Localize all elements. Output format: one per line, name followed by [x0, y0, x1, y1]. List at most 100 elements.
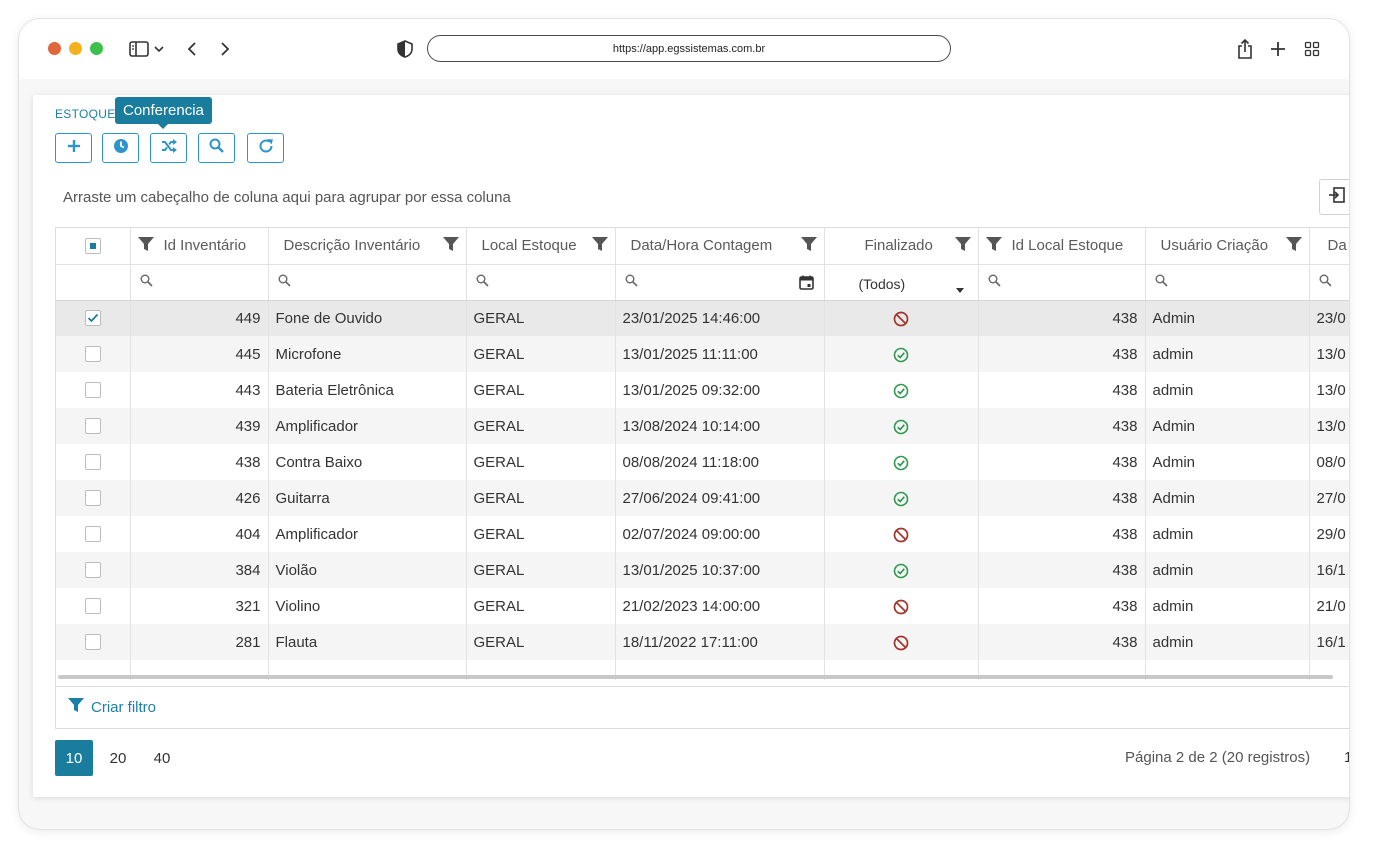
- column-header-descricao-inventario[interactable]: Descrição Inventário: [268, 228, 467, 265]
- row-checkbox[interactable]: [84, 310, 101, 327]
- close-window-button[interactable]: [48, 42, 61, 55]
- row-checkbox[interactable]: [84, 454, 101, 470]
- row-checkbox[interactable]: [84, 634, 101, 650]
- table-row[interactable]: 443 Bateria Eletrônica GERAL 13/01/2025 09:…: [56, 372, 1349, 408]
- select-all-header[interactable]: [56, 228, 131, 265]
- cell-usuario: admin: [1145, 588, 1310, 624]
- row-checkbox[interactable]: [84, 418, 101, 434]
- search-icon: [278, 274, 291, 292]
- search-button[interactable]: [198, 133, 235, 163]
- add-button[interactable]: [55, 133, 92, 163]
- column-filter-icon[interactable]: [800, 236, 817, 256]
- row-select-cell: [56, 552, 131, 588]
- cell-data: 18/11/2022 17:11:00: [615, 624, 825, 660]
- column-header-data-extra[interactable]: Da: [1309, 228, 1349, 265]
- table-row[interactable]: 439 Amplificador GERAL 13/08/2024 10:14:00 4…: [56, 408, 1349, 444]
- maximize-window-button[interactable]: [90, 42, 103, 55]
- inventory-grid: Id Inventário Descrição Inventário Local E…: [55, 227, 1349, 687]
- column-header-finalizado[interactable]: Finalizado: [824, 228, 979, 265]
- chevron-down-icon[interactable]: [151, 37, 167, 61]
- refresh-button[interactable]: [247, 133, 284, 163]
- column-filter-input[interactable]: [978, 264, 1146, 301]
- cell-data: 27/06/2024 09:41:00: [615, 480, 825, 516]
- column-header-id-local-estoque[interactable]: Id Local Estoque: [978, 228, 1146, 265]
- column-header-id-inventario[interactable]: Id Inventário: [130, 228, 269, 265]
- cell-desc: Amplificador: [268, 516, 467, 552]
- column-header-local-estoque[interactable]: Local Estoque: [466, 228, 616, 265]
- minimize-window-button[interactable]: [69, 42, 82, 55]
- row-checkbox[interactable]: [84, 382, 101, 398]
- cell-local: GERAL: [466, 336, 616, 372]
- share-icon[interactable]: [1233, 37, 1257, 61]
- page-size-10-button[interactable]: 10: [55, 740, 93, 776]
- cell-usuario: admin: [1145, 552, 1310, 588]
- column-filter-icon[interactable]: [954, 236, 971, 256]
- clock-icon: [113, 138, 129, 159]
- finalizado-cell: [824, 516, 979, 552]
- back-arrow-icon[interactable]: [180, 37, 204, 61]
- group-panel-hint[interactable]: Arraste um cabeçalho de coluna aqui para…: [63, 189, 511, 206]
- row-select-cell: [56, 408, 131, 444]
- finalizado-cell: [824, 624, 979, 660]
- column-filter-input[interactable]: [615, 264, 825, 301]
- check-circle-icon: [893, 347, 909, 363]
- table-row[interactable]: 438 Contra Baixo GERAL 08/08/2024 11:18:00 4…: [56, 444, 1349, 480]
- tab-overview-icon[interactable]: [1300, 37, 1324, 61]
- finalizado-cell: [824, 480, 979, 516]
- caret-down-icon: [955, 280, 964, 298]
- row-checkbox[interactable]: [84, 562, 101, 578]
- column-filter-icon[interactable]: [985, 236, 1002, 256]
- column-filter-input[interactable]: [1145, 264, 1310, 301]
- column-filter-input[interactable]: [130, 264, 269, 301]
- create-filter-link[interactable]: Criar filtro: [68, 697, 156, 717]
- column-header-usuario-criacao[interactable]: Usuário Criação: [1145, 228, 1310, 265]
- row-select-cell: [56, 444, 131, 480]
- calendar-icon[interactable]: [798, 275, 814, 295]
- cell-usuario: admin: [1145, 516, 1310, 552]
- table-row[interactable]: 404 Amplificador GERAL 02/07/2024 09:00:00 4…: [56, 516, 1349, 552]
- row-checkbox[interactable]: [84, 526, 101, 542]
- table-row[interactable]: 281 Flauta GERAL 18/11/2022 17:11:00 438 admi…: [56, 624, 1349, 660]
- select-all-checkbox[interactable]: [84, 237, 101, 254]
- ban-icon: [893, 527, 909, 543]
- breadcrumb[interactable]: ESTOQUE: [55, 107, 116, 121]
- table-row[interactable]: 321 Violino GERAL 21/02/2023 14:00:00 438 adm…: [56, 588, 1349, 624]
- column-filter-icon[interactable]: [1285, 236, 1302, 256]
- table-row[interactable]: 384 Violão GERAL 13/01/2025 10:37:00 438 admi…: [56, 552, 1349, 588]
- history-button[interactable]: [102, 133, 139, 163]
- new-tab-icon[interactable]: [1266, 37, 1290, 61]
- table-row[interactable]: 426 Guitarra GERAL 27/06/2024 09:41:00 438 Ad…: [56, 480, 1349, 516]
- column-header-label: Da: [1327, 237, 1347, 255]
- row-checkbox[interactable]: [84, 598, 101, 614]
- cell-id: 404: [130, 516, 269, 552]
- row-checkbox[interactable]: [84, 346, 101, 362]
- column-filter-input[interactable]: [268, 264, 467, 301]
- check-circle-icon: [893, 491, 909, 507]
- finalizado-cell: [824, 588, 979, 624]
- sidebar-toggle-icon[interactable]: [127, 37, 151, 61]
- export-button[interactable]: [1319, 179, 1349, 215]
- conferencia-button[interactable]: [150, 133, 187, 163]
- column-header-content: Descrição Inventário: [269, 228, 466, 263]
- column-filter-input[interactable]: [466, 264, 616, 301]
- row-select-cell: [56, 480, 131, 516]
- column-header-data-hora-contagem[interactable]: Data/Hora Contagem: [615, 228, 825, 265]
- row-checkbox[interactable]: [84, 490, 101, 506]
- address-bar[interactable]: https://app.egssistemas.com.br: [427, 35, 951, 62]
- column-filter-icon[interactable]: [591, 236, 608, 256]
- column-filter-icon[interactable]: [137, 236, 154, 256]
- page-size-40-button[interactable]: 40: [143, 740, 181, 776]
- column-filter-input[interactable]: [1309, 264, 1349, 301]
- browser-window: https://app.egssistemas.com.br ESTOQUE C…: [18, 18, 1350, 830]
- shuffle-icon: [161, 138, 177, 158]
- finalizado-filter-select[interactable]: (Todos): [824, 264, 979, 301]
- page-size-20-button[interactable]: 20: [99, 740, 137, 776]
- page-number-button[interactable]: 1: [1344, 749, 1349, 766]
- horizontal-scrollbar[interactable]: [58, 675, 1333, 679]
- export-icon: [1328, 186, 1346, 209]
- column-filter-icon[interactable]: [442, 236, 459, 256]
- cell-local: GERAL: [466, 408, 616, 444]
- forward-arrow-icon[interactable]: [213, 37, 237, 61]
- table-row[interactable]: 449 Fone de Ouvido GERAL 23/01/2025 14:46:0…: [56, 300, 1349, 336]
- table-row[interactable]: 445 Microfone GERAL 13/01/2025 11:11:00 438 a…: [56, 336, 1349, 372]
